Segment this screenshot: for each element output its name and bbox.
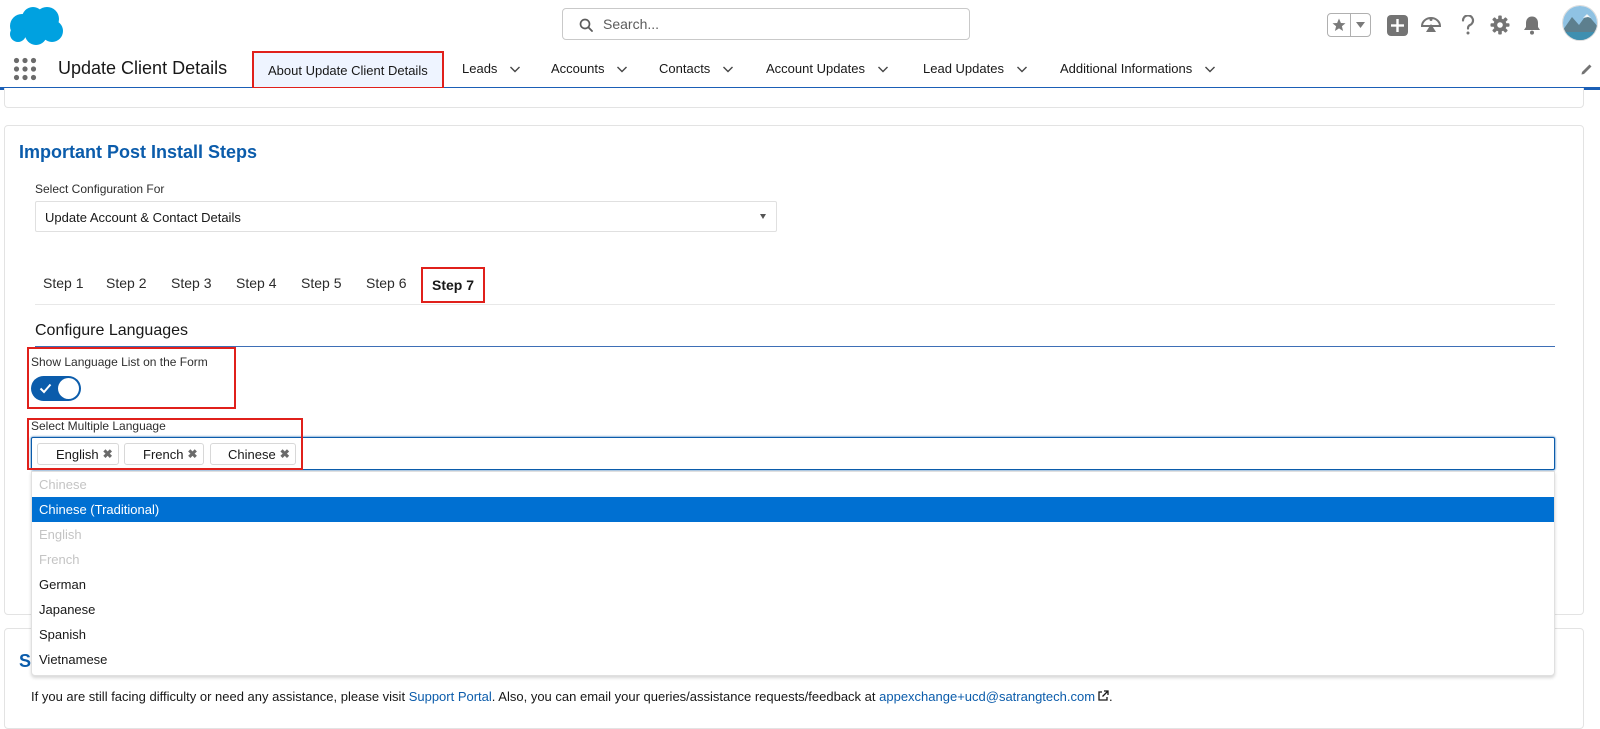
check-icon [39, 383, 52, 394]
chevron-down-icon[interactable] [509, 63, 521, 75]
chevron-down-icon[interactable] [722, 63, 734, 75]
tab-contacts[interactable]: Contacts [659, 50, 734, 87]
tab-step-1[interactable]: Step 1 [43, 275, 83, 291]
tab-label: Accounts [551, 61, 605, 76]
app-name: Update Client Details [58, 58, 228, 78]
tab-leads[interactable]: Leads [462, 50, 521, 87]
option-chinese-traditional[interactable]: Chinese (Traditional) [32, 497, 1554, 522]
caret-down-icon [760, 214, 766, 219]
search-input[interactable] [603, 9, 963, 39]
favorites-star-icon[interactable] [1328, 14, 1352, 36]
chevron-down-icon[interactable] [1016, 63, 1028, 75]
salesforce-cloud-logo[interactable] [5, 4, 65, 46]
support-text-after: . [1109, 689, 1113, 704]
app-launcher-icon[interactable] [13, 57, 37, 81]
tab-about-update-client-details[interactable]: About Update Client Details [252, 51, 444, 89]
search-icon [579, 18, 593, 32]
config-select[interactable]: Update Account & Contact Details [35, 201, 777, 232]
user-avatar[interactable] [1562, 5, 1598, 41]
support-email-link[interactable]: appexchange+ucd@satrangtech.com [879, 689, 1095, 704]
support-text-middle: . Also, you can email your queries/assis… [491, 689, 880, 704]
toggle-knob [58, 378, 79, 399]
option-japanese[interactable]: Japanese [32, 597, 1554, 622]
previous-card [4, 88, 1584, 108]
tab-label: About Update Client Details [268, 62, 428, 78]
settings-gear-icon[interactable] [1487, 12, 1513, 38]
toggle-label: Show Language List on the Form [31, 355, 208, 369]
app-nav-bar: Update Client Details About Update Clien… [0, 50, 1600, 90]
add-icon[interactable] [1384, 12, 1410, 38]
tab-accounts[interactable]: Accounts [551, 50, 628, 87]
language-options-list: Chinese Chinese (Traditional) English Fr… [31, 471, 1555, 676]
config-label: Select Configuration For [35, 182, 165, 196]
tab-step-3[interactable]: Step 3 [171, 275, 211, 291]
chevron-down-icon[interactable] [1204, 63, 1216, 75]
section-title: Important Post Install Steps [19, 142, 258, 162]
title-divider [35, 346, 1555, 347]
external-link-icon[interactable] [1097, 690, 1109, 702]
option-chinese: Chinese [39, 477, 87, 492]
support-title-partial: S [19, 651, 32, 671]
option-english: English [39, 527, 82, 542]
option-french: French [39, 552, 80, 567]
trailhead-icon[interactable] [1418, 12, 1444, 38]
tab-label: Additional Informations [1060, 61, 1193, 76]
favorites-group [1327, 13, 1371, 37]
chevron-down-icon[interactable] [877, 63, 889, 75]
tab-lead-updates[interactable]: Lead Updates [923, 50, 1028, 87]
chevron-down-icon[interactable] [616, 63, 628, 75]
notifications-bell-icon[interactable] [1519, 12, 1545, 38]
help-icon[interactable] [1455, 12, 1481, 38]
tab-step-2[interactable]: Step 2 [106, 275, 146, 291]
support-portal-link[interactable]: Support Portal [409, 689, 492, 704]
configure-languages-title: Configure Languages [35, 322, 189, 339]
tab-additional-informations[interactable]: Additional Informations [1060, 50, 1216, 87]
support-text-before: If you are still facing difficulty or ne… [31, 689, 409, 704]
language-list-toggle[interactable] [31, 376, 81, 401]
tab-label: Leads [462, 61, 498, 76]
highlight-multi-select-box [27, 418, 303, 470]
option-german[interactable]: German [32, 572, 1554, 597]
tab-label: Account Updates [766, 61, 866, 76]
global-header [0, 0, 1600, 50]
option-vietnamese[interactable]: Vietnamese [32, 647, 1554, 672]
tab-step-6[interactable]: Step 6 [366, 275, 406, 291]
favorites-dropdown-icon[interactable] [1351, 14, 1370, 36]
global-search[interactable] [562, 8, 970, 40]
option-spanish[interactable]: Spanish [32, 622, 1554, 647]
tab-step-4[interactable]: Step 4 [236, 275, 276, 291]
tab-account-updates[interactable]: Account Updates [766, 50, 889, 87]
tab-label: Lead Updates [923, 61, 1004, 76]
tab-step-5[interactable]: Step 5 [301, 275, 341, 291]
tab-step-7[interactable]: Step 7 [421, 267, 486, 303]
edit-pencil-icon[interactable] [1580, 62, 1594, 76]
tab-label: Contacts [659, 61, 711, 76]
support-text: If you are still facing difficulty or ne… [31, 689, 1113, 704]
config-value: Update Account & Contact Details [45, 210, 241, 225]
step-tabs: Step 1 Step 2 Step 3 Step 4 Step 5 Step … [35, 265, 1555, 305]
